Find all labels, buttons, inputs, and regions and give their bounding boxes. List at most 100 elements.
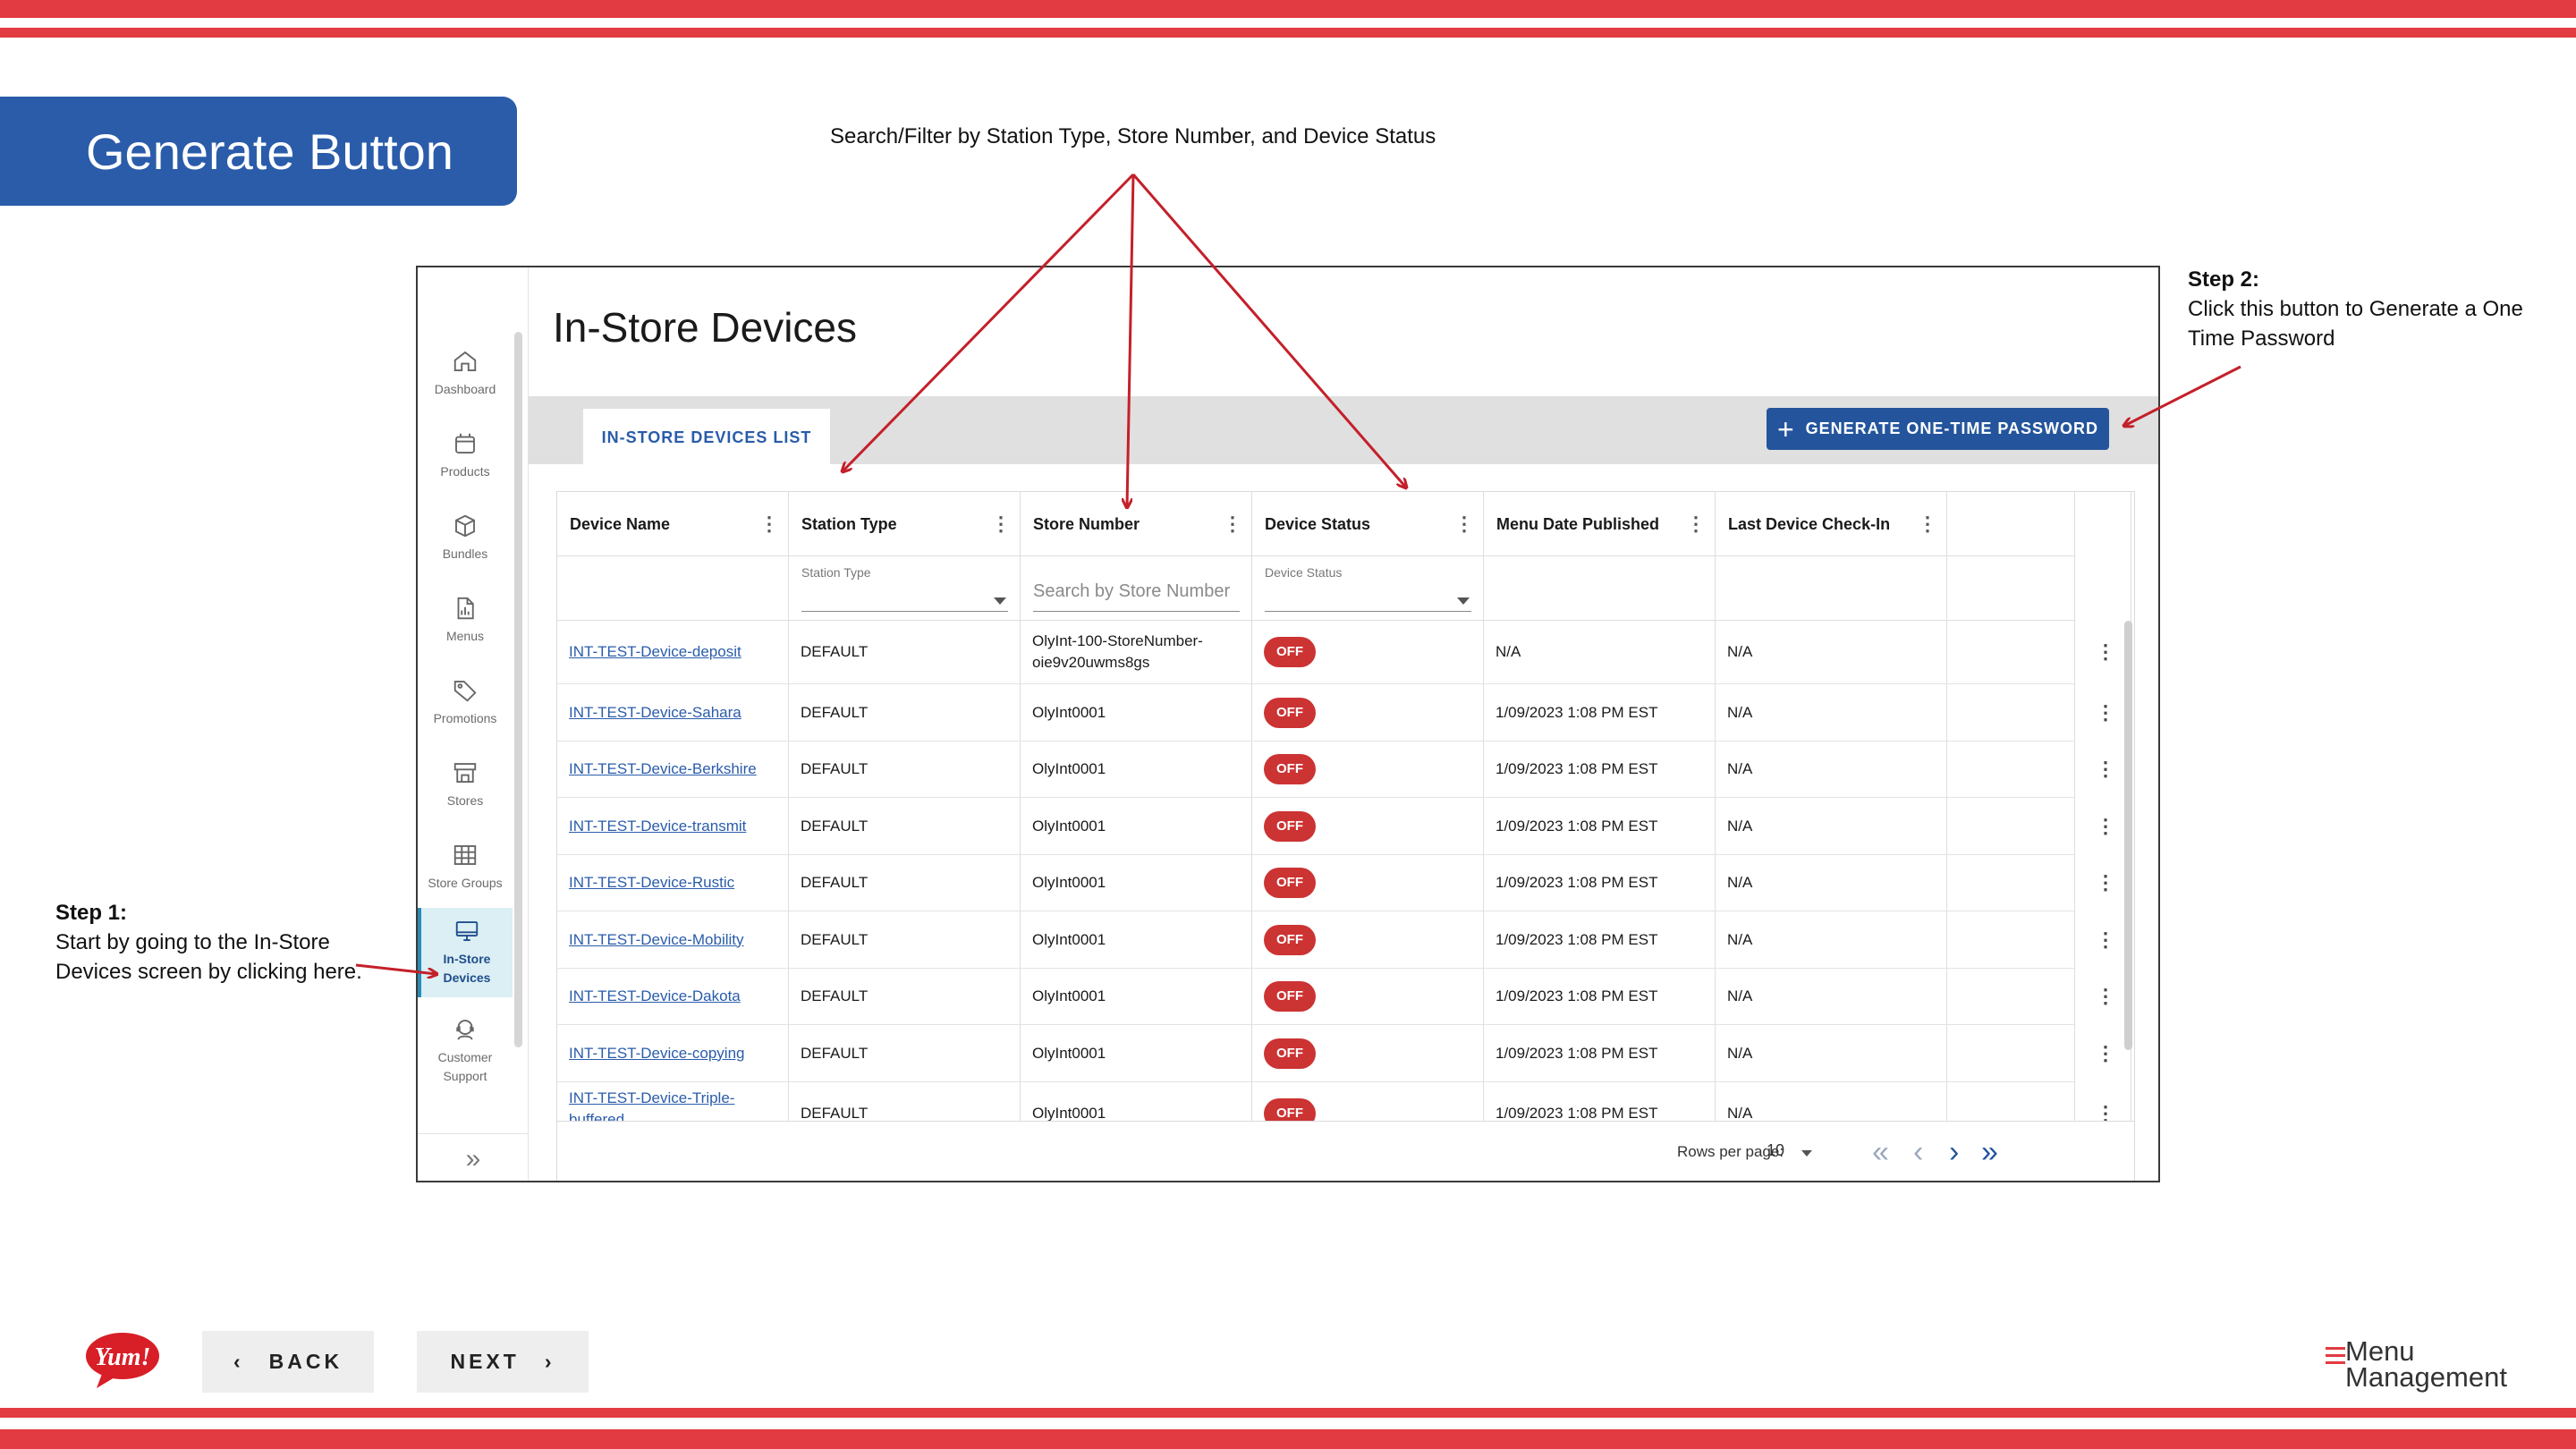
status-badge[interactable]: OFF	[1264, 1097, 1316, 1121]
sidebar-item-dashboard[interactable]: Dashboard	[418, 332, 513, 414]
device-name-link[interactable]: INT-TEST-Device-Sahara	[556, 684, 788, 741]
column-header-store-number[interactable]: Store Number	[1021, 492, 1252, 556]
sidebar-label: In-Store Devices	[443, 952, 491, 985]
column-header-last-device-check-in[interactable]: Last Device Check-In	[1716, 492, 1947, 556]
row-actions-icon[interactable]: ⋮	[2088, 741, 2123, 797]
sidebar-item-stores[interactable]: Stores	[418, 743, 513, 826]
column-menu-icon[interactable]: ⋮	[990, 512, 1012, 537]
status-badge[interactable]: OFF	[1264, 924, 1316, 955]
sidebar-item-promotions[interactable]: Promotions	[418, 661, 513, 743]
tab-in-store-devices-list[interactable]: IN-STORE DEVICES LIST	[583, 409, 830, 466]
device-name-link[interactable]: INT-TEST-Device-Triple-buffered	[556, 1082, 762, 1121]
store-number-cell: OlyInt0001	[1032, 874, 1106, 891]
first-page-icon[interactable]: «	[1872, 1134, 1889, 1170]
status-badge[interactable]: OFF	[1264, 868, 1316, 898]
table-row: INT-TEST-Device-Dakota DEFAULT OlyInt000…	[556, 969, 2115, 1025]
last-page-icon[interactable]: »	[1981, 1134, 1998, 1170]
device-status-cell: OFF	[1251, 741, 1483, 797]
station-type-cell: DEFAULT	[801, 987, 869, 1004]
row-actions-icon[interactable]: ⋮	[2088, 684, 2123, 741]
back-button-label: BACK	[268, 1350, 343, 1373]
table-row: INT-TEST-Device-Rustic DEFAULT OlyInt000…	[556, 855, 2115, 911]
column-header-menu-date-published[interactable]: Menu Date Published	[1484, 492, 1716, 556]
store-number-placeholder: Search by Store Number	[1033, 581, 1231, 601]
sidebar-item-bundles[interactable]: Bundles	[418, 496, 513, 579]
sidebar-item-customer-support[interactable]: Customer Support	[418, 1006, 513, 1096]
device-name-link[interactable]: INT-TEST-Device-Berkshire	[556, 741, 788, 797]
device-name-link[interactable]: INT-TEST-Device-Rustic	[556, 855, 788, 911]
menu-date-cell: 1/09/2023 1:08 PM EST	[1496, 1104, 1658, 1122]
svg-text:Yum!: Yum!	[95, 1343, 151, 1371]
yum-logo: Yum!	[84, 1331, 161, 1390]
table-row: INT-TEST-Device-copying DEFAULT OlyInt00…	[556, 1025, 2115, 1082]
station-type-filter-label: Station Type	[801, 565, 871, 580]
next-button[interactable]: NEXT ›	[417, 1331, 589, 1393]
device-status-cell: OFF	[1251, 969, 1483, 1024]
next-page-icon[interactable]: ›	[1949, 1134, 1959, 1170]
sidebar-item-store-groups[interactable]: Store Groups	[418, 826, 513, 908]
row-actions-icon[interactable]: ⋮	[2088, 798, 2123, 854]
column-header-device-status[interactable]: Device Status	[1252, 492, 1484, 556]
device-status-cell: OFF	[1251, 1082, 1483, 1121]
row-actions-icon[interactable]: ⋮	[2088, 1025, 2123, 1081]
sidebar: Dashboard Products Bundles Menus Promoti…	[418, 267, 529, 1181]
headset-icon	[456, 1020, 474, 1040]
row-actions-icon[interactable]: ⋮	[2088, 855, 2123, 911]
plus-icon: +	[1776, 412, 1795, 445]
expand-sidebar-icon[interactable]: »	[418, 1133, 529, 1181]
status-badge[interactable]: OFF	[1264, 1038, 1316, 1069]
rows-per-page-select[interactable]: 10	[1767, 1141, 1784, 1160]
menu-management-logo-text: Menu Management	[2345, 1335, 2507, 1393]
device-name-link[interactable]: INT-TEST-Device-transmit	[556, 798, 788, 854]
table-row: INT-TEST-Device-Sahara DEFAULT OlyInt000…	[556, 684, 2115, 741]
check-in-cell: N/A	[1727, 987, 1753, 1004]
row-actions-icon[interactable]: ⋮	[2088, 1082, 2123, 1122]
status-badge[interactable]: OFF	[1264, 754, 1316, 784]
device-status-cell: OFF	[1251, 1025, 1483, 1081]
sidebar-item-products[interactable]: Products	[418, 414, 513, 496]
row-actions-icon[interactable]: ⋮	[2088, 911, 2123, 968]
column-menu-icon[interactable]: ⋮	[1453, 512, 1475, 537]
row-actions-icon[interactable]: ⋮	[2088, 620, 2123, 683]
status-badge[interactable]: OFF	[1264, 697, 1316, 728]
store-number-cell: OlyInt0001	[1032, 930, 1106, 948]
sidebar-item-in-store-devices[interactable]: In-Store Devices	[418, 908, 513, 997]
tag-icon	[453, 680, 477, 702]
device-name-link[interactable]: INT-TEST-Device-Mobility	[556, 911, 788, 968]
device-name-link[interactable]: INT-TEST-Device-copying	[556, 1025, 788, 1081]
slide-title: Generate Button	[0, 97, 517, 206]
station-type-filter[interactable]: Station Type	[789, 556, 1021, 621]
sidebar-label: Products	[440, 463, 490, 479]
station-type-cell: DEFAULT	[801, 642, 869, 660]
table-scrollbar[interactable]	[2124, 621, 2132, 1050]
dropdown-arrow-icon[interactable]	[1801, 1150, 1812, 1157]
column-header-station-type[interactable]: Station Type	[789, 492, 1021, 556]
column-menu-icon[interactable]: ⋮	[758, 512, 780, 537]
status-badge[interactable]: OFF	[1264, 981, 1316, 1012]
table-row: INT-TEST-Device-transmit DEFAULT OlyInt0…	[556, 798, 2115, 855]
device-name-link[interactable]: INT-TEST-Device-deposit	[556, 620, 788, 683]
generate-one-time-password-button[interactable]: + GENERATE ONE-TIME PASSWORD	[1767, 408, 2109, 450]
back-button[interactable]: ‹ BACK	[202, 1331, 374, 1393]
dropdown-arrow-icon	[1457, 597, 1470, 605]
previous-page-icon[interactable]: ‹	[1913, 1134, 1923, 1170]
sidebar-label: Customer Support	[437, 1050, 493, 1083]
check-in-cell: N/A	[1727, 1044, 1753, 1062]
column-menu-icon[interactable]: ⋮	[1685, 512, 1707, 537]
column-menu-icon[interactable]: ⋮	[1917, 512, 1938, 537]
store-number-cell: OlyInt0001	[1032, 1104, 1106, 1122]
column-menu-icon[interactable]: ⋮	[1222, 512, 1243, 537]
status-badge[interactable]: OFF	[1264, 810, 1316, 842]
sidebar-item-menus[interactable]: Menus	[418, 579, 513, 661]
row-actions-icon[interactable]: ⋮	[2088, 969, 2123, 1024]
column-header-device-name[interactable]: Device Name	[557, 492, 789, 556]
device-status-filter[interactable]: Device Status	[1252, 556, 1484, 621]
station-type-cell: DEFAULT	[801, 760, 869, 777]
menu-management-logo: Menu Management	[2326, 1337, 2507, 1394]
sidebar-scrollbar[interactable]	[514, 332, 522, 1047]
filter-underline	[801, 611, 1008, 612]
table-body: INT-TEST-Device-deposit DEFAULT OlyInt-1…	[556, 620, 2135, 1121]
status-badge[interactable]: OFF	[1264, 636, 1316, 667]
device-name-link[interactable]: INT-TEST-Device-Dakota	[556, 969, 788, 1024]
store-number-search-input[interactable]: Search by Store Number	[1021, 556, 1252, 621]
